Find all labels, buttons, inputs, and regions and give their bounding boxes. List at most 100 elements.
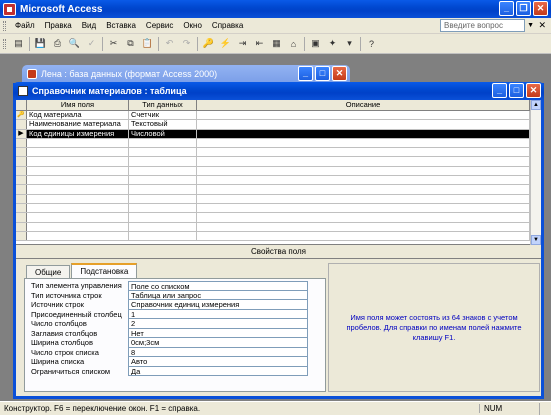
copy-icon[interactable]: ⧉ [123,36,138,51]
table-row[interactable] [16,231,541,242]
primary-key-icon[interactable]: 🔑 [201,36,216,51]
description-cell[interactable] [197,222,530,231]
tab-lookup[interactable]: Подстановка [71,263,138,278]
minimize-button[interactable]: _ [499,1,514,16]
table-row[interactable] [16,213,541,223]
data-type-cell[interactable] [129,203,197,213]
help-search-input[interactable]: Введите вопрос [440,19,525,32]
menu-view[interactable]: Вид [77,21,101,30]
description-cell[interactable] [197,176,530,185]
property-value-field[interactable]: 1 [128,309,308,319]
table-row[interactable] [16,138,541,149]
field-name-cell[interactable] [27,176,129,185]
row-selector[interactable] [16,120,27,129]
field-name-cell[interactable] [27,231,129,241]
row-selector[interactable] [16,203,27,213]
menu-edit[interactable]: Правка [40,21,77,30]
description-cell[interactable] [197,111,530,120]
table-maximize-button[interactable]: □ [509,83,524,98]
scroll-down-icon[interactable]: ▼ [531,235,541,245]
indexes-icon[interactable]: ⚡ [218,36,233,51]
db-minimize-button[interactable]: _ [298,66,313,81]
table-row[interactable] [16,176,541,186]
description-cell[interactable] [197,194,530,203]
data-type-cell[interactable] [129,222,197,231]
description-cell[interactable] [197,148,530,157]
row-selector[interactable] [16,213,27,222]
table-row[interactable] [16,203,541,214]
doc-close-icon[interactable]: ✕ [538,20,546,31]
dropdown-arrow-icon[interactable]: ▾ [342,36,357,51]
field-name-cell[interactable] [27,157,129,166]
tab-general[interactable]: Общие [26,265,71,278]
print-icon[interactable]: ⎙ [50,36,65,51]
field-name-cell[interactable] [27,148,129,157]
row-selector[interactable] [16,185,27,194]
field-name-cell[interactable] [27,203,129,213]
database-window-icon[interactable]: ▣ [308,36,323,51]
table-close-button[interactable]: ✕ [526,83,541,98]
description-cell[interactable] [197,129,530,138]
data-type-cell[interactable] [129,231,197,241]
field-name-cell[interactable]: Наименование материала [27,120,129,129]
row-selector[interactable] [16,138,27,148]
current-row-arrow-icon[interactable]: ▶ [16,129,27,138]
description-cell[interactable] [197,185,530,194]
data-type-cell[interactable]: Числовой [129,129,197,138]
table-row[interactable] [16,185,541,195]
data-type-cell[interactable] [129,185,197,194]
db-close-button[interactable]: ✕ [332,66,347,81]
redo-icon[interactable]: ↷ [179,36,194,51]
property-value-field[interactable]: Справочник единиц измерения [128,300,308,310]
primary-key-icon[interactable]: 🔑 [16,111,27,120]
toolbar-grip[interactable] [3,38,6,49]
spelling-icon[interactable]: ✓ [84,36,99,51]
data-type-cell[interactable] [129,148,197,157]
print-preview-icon[interactable]: 🔍 [67,36,82,51]
help-dropdown-icon[interactable]: ▼ [527,22,534,29]
row-selector[interactable] [16,231,27,241]
menu-help[interactable]: Справка [207,21,248,30]
column-header-data-type[interactable]: Тип данных [129,100,197,110]
new-object-icon[interactable]: ✦ [325,36,340,51]
data-type-cell[interactable]: Текстовый [129,120,197,129]
column-header-field-name[interactable]: Имя поля [27,100,129,110]
table-minimize-button[interactable]: _ [492,83,507,98]
data-type-cell[interactable]: Счетчик [129,111,197,120]
property-value-field[interactable]: Нет [128,328,308,338]
table-row[interactable]: Наименование материала Текстовый [16,120,541,130]
property-value-field[interactable]: 2 [128,319,308,329]
data-type-cell[interactable] [129,176,197,185]
menu-insert[interactable]: Вставка [101,21,141,30]
table-row[interactable] [16,157,541,167]
row-selector[interactable] [16,176,27,185]
cut-icon[interactable]: ✂ [106,36,121,51]
save-icon[interactable]: 💾 [33,36,48,51]
description-cell[interactable] [197,203,530,213]
close-button[interactable]: ✕ [533,1,548,16]
database-window-titlebar[interactable]: Лена : база данных (формат Access 2000) … [22,65,350,83]
build-icon[interactable]: ⌂ [286,36,301,51]
field-name-cell[interactable]: Код материала [27,111,129,120]
restore-button[interactable]: ❐ [516,1,531,16]
db-maximize-button[interactable]: □ [315,66,330,81]
data-type-cell[interactable] [129,157,197,166]
properties-icon[interactable]: ▦ [269,36,284,51]
table-row[interactable] [16,194,541,204]
menu-file[interactable]: Файл [10,21,40,30]
undo-icon[interactable]: ↶ [162,36,177,51]
data-type-cell[interactable] [129,138,197,148]
data-type-cell[interactable] [129,166,197,176]
menu-tools[interactable]: Сервис [141,21,178,30]
field-name-cell[interactable] [27,185,129,194]
field-name-cell[interactable] [27,222,129,231]
menubar-grip[interactable] [3,20,6,31]
field-name-cell[interactable] [27,138,129,148]
property-value-field[interactable]: 0см;3см [128,338,308,348]
table-row[interactable] [16,166,541,177]
description-cell[interactable] [197,120,530,129]
description-cell[interactable] [197,231,530,241]
property-value-field[interactable]: Да [128,366,308,376]
description-cell[interactable] [197,157,530,166]
field-name-cell[interactable]: Код единицы измерения [27,129,129,138]
